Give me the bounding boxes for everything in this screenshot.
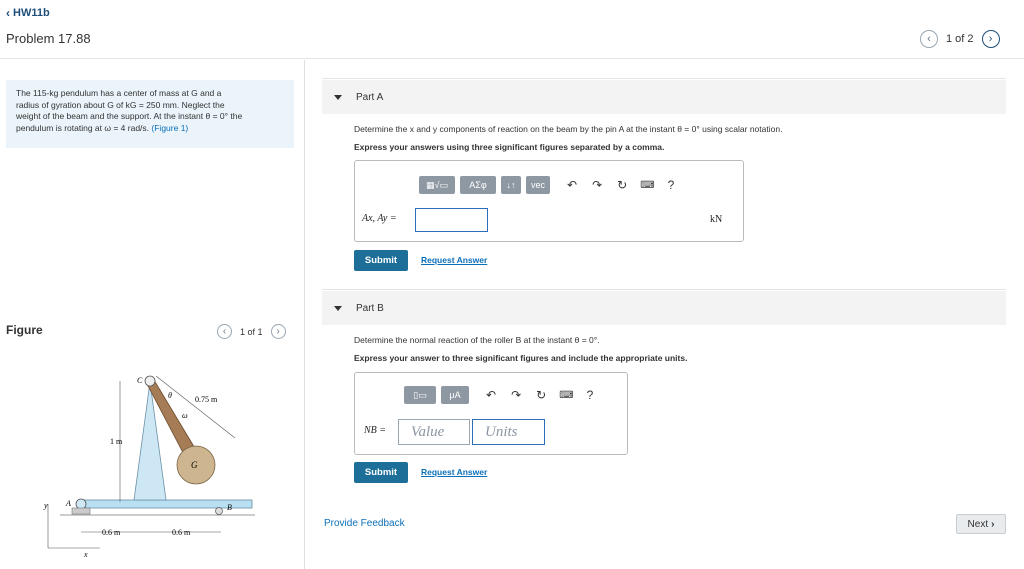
- problem-pager: ‹ 1 of 2 ›: [920, 30, 1000, 48]
- next-problem-button[interactable]: ›: [981, 30, 1000, 48]
- collapse-triangle-icon: [334, 94, 342, 100]
- part-a-request-answer-link[interactable]: Request Answer: [421, 255, 487, 265]
- pivot-c: [144, 375, 156, 387]
- part-b-request-answer-link[interactable]: Request Answer: [421, 467, 487, 477]
- label-dim-1m: 1 m: [110, 437, 123, 446]
- part-b-value-input[interactable]: Value: [398, 419, 470, 445]
- chevron-right-icon: ›: [988, 33, 993, 45]
- part-a-question: Determine the x and y components of reac…: [354, 124, 783, 134]
- help-icon[interactable]: ?: [668, 178, 675, 192]
- problem-statement: The 115-kg pendulum has a center of mass…: [6, 80, 294, 148]
- reset-icon[interactable]: ↻: [617, 178, 627, 192]
- collapse-triangle-icon: [334, 305, 342, 311]
- part-b-divider: [322, 289, 1006, 290]
- units-mu-tool[interactable]: μA: [441, 386, 469, 404]
- part-b-toolbar: ▯▭ μA ↶ ↷ ↻ ⌨ ?: [404, 386, 593, 404]
- help-icon[interactable]: ?: [587, 388, 594, 402]
- chevron-left-icon: ‹: [927, 33, 931, 45]
- provide-feedback-link[interactable]: Provide Feedback: [324, 518, 405, 529]
- keyboard-icon[interactable]: ⌨: [559, 390, 573, 401]
- part-b-question: Determine the normal reaction of the rol…: [354, 335, 600, 345]
- next-button[interactable]: Next ›: [956, 514, 1006, 534]
- greek-tool[interactable]: ΑΣφ: [460, 176, 496, 194]
- part-a-title: Part A: [356, 91, 384, 103]
- label-dim-06a: 0.6 m: [102, 528, 121, 537]
- statement-line: radius of gyration about G of kG = 250 m…: [16, 99, 225, 110]
- part-b-instruction: Express your answer to three significant…: [354, 353, 688, 363]
- back-link[interactable]: ‹ HW11b: [6, 6, 50, 20]
- problem-pager-text: 1 of 2: [946, 33, 974, 45]
- redo-icon[interactable]: ↷: [511, 388, 521, 402]
- part-b-answer-label: NB =: [364, 425, 387, 436]
- reset-icon[interactable]: ↻: [536, 388, 546, 402]
- part-a-toolbar: ▦√▭ ΑΣφ ↓↑ vec ↶ ↷ ↻ ⌨ ?: [419, 176, 674, 194]
- part-a-answer-input[interactable]: [415, 208, 488, 232]
- part-b-units-input[interactable]: Units: [472, 419, 545, 445]
- undo-icon[interactable]: ↶: [486, 388, 496, 402]
- part-a-divider: [322, 78, 1006, 79]
- part-b-header[interactable]: Part B: [322, 291, 1006, 325]
- figure-pager: ‹ 1 of 1 ›: [217, 324, 286, 339]
- arrows-tool[interactable]: ↓↑: [501, 176, 521, 194]
- pin-a: [75, 498, 87, 510]
- prev-figure-button[interactable]: ‹: [217, 324, 232, 339]
- statement-line: pendulum is rotating at ω = 4 rad/s.: [16, 122, 150, 133]
- next-figure-button[interactable]: ›: [270, 324, 286, 339]
- part-a-instruction: Express your answers using three signifi…: [354, 142, 665, 152]
- statement-line: The 115-kg pendulum has a center of mass…: [16, 88, 222, 98]
- figure-label: Figure: [6, 323, 43, 337]
- header-divider: [0, 58, 1024, 59]
- label-g: G: [191, 460, 198, 470]
- chevron-left-icon: ‹: [222, 326, 227, 337]
- label-y: y: [43, 501, 48, 510]
- part-a-answer-label: Ax, Ay =: [362, 213, 397, 224]
- part-a-header[interactable]: Part A: [322, 80, 1006, 114]
- label-dim-075: 0.75 m: [195, 395, 218, 404]
- vector-tool[interactable]: vec: [526, 176, 550, 194]
- chevron-right-icon: ›: [991, 518, 995, 530]
- prev-problem-button[interactable]: ‹: [920, 30, 938, 48]
- label-dim-06b: 0.6 m: [172, 528, 191, 537]
- statement-line: weight of the beam and the support. At t…: [16, 111, 243, 121]
- label-omega: ω: [182, 411, 188, 420]
- part-a-submit-button[interactable]: Submit: [354, 250, 408, 271]
- label-c: C: [137, 376, 143, 385]
- part-b-title: Part B: [356, 302, 384, 314]
- matrix-sqrt-tool[interactable]: ▦√▭: [419, 176, 455, 194]
- templates-tool[interactable]: ▯▭: [404, 386, 436, 404]
- pin-support: [71, 507, 91, 515]
- figure-link[interactable]: (Figure 1): [151, 123, 188, 133]
- undo-icon[interactable]: ↶: [567, 178, 577, 192]
- chevron-left-icon: ‹: [6, 6, 10, 20]
- part-a-answer-box: [354, 160, 744, 242]
- part-b-submit-button[interactable]: Submit: [354, 462, 408, 483]
- label-x: x: [83, 550, 88, 559]
- back-label: HW11b: [13, 7, 50, 19]
- part-a-unit: kN: [710, 214, 723, 225]
- figure-pager-text: 1 of 1: [240, 326, 263, 337]
- page-title: Problem 17.88: [6, 31, 91, 46]
- label-theta: θ: [168, 391, 172, 400]
- next-label: Next: [967, 518, 989, 530]
- keyboard-icon[interactable]: ⌨: [640, 180, 654, 191]
- chevron-right-icon: ›: [276, 326, 280, 337]
- label-a: A: [65, 499, 71, 508]
- label-b: B: [227, 503, 232, 512]
- roller-b: [215, 507, 223, 515]
- pendulum-figure: C θ ω 0.75 m 1 m G A B y x 0.6 m 0.6 m: [43, 375, 255, 559]
- redo-icon[interactable]: ↷: [592, 178, 602, 192]
- column-divider: [304, 60, 305, 569]
